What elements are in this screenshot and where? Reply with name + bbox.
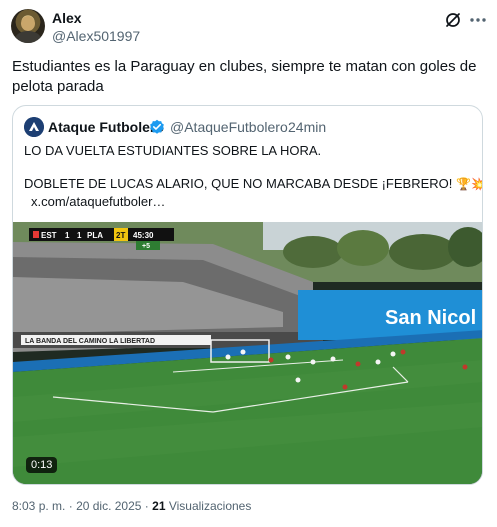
author-avatar[interactable] bbox=[11, 9, 45, 43]
avatar-face bbox=[21, 16, 35, 31]
meta-separator: · bbox=[144, 499, 149, 513]
score-away-goals: 1 bbox=[77, 231, 82, 240]
more-icon[interactable] bbox=[468, 11, 488, 29]
quoted-author-handle[interactable]: @AtaqueFutbolero bbox=[170, 119, 288, 135]
grok-icon[interactable] bbox=[444, 11, 462, 29]
tweet-meta: 8:03 p. m. · 20 dic. 2025 · 21 Visualiza… bbox=[12, 499, 251, 513]
video-player[interactable]: LA BANDA DEL CAMINO LA LIBERTAD San Nico… bbox=[13, 222, 482, 484]
video-frame: LA BANDA DEL CAMINO LA LIBERTAD San Nico… bbox=[13, 222, 482, 484]
stand-banner: LA BANDA DEL CAMINO LA LIBERTAD bbox=[25, 338, 155, 345]
score-period: 2T bbox=[116, 231, 125, 240]
views-label: Visualizaciones bbox=[168, 499, 252, 513]
score-clock: 45:30 bbox=[133, 231, 154, 240]
quoted-link[interactable]: x.com/ataquefutboler… bbox=[31, 194, 165, 209]
tweet-date[interactable]: 20 dic. 2025 bbox=[76, 499, 141, 513]
dot-separator: · bbox=[279, 119, 284, 135]
quoted-author-avatar[interactable] bbox=[24, 117, 44, 137]
ad-board: San Nicol bbox=[385, 307, 476, 329]
quoted-timestamp[interactable]: 24min bbox=[288, 119, 326, 135]
quoted-author-name[interactable]: Ataque Futbolero bbox=[48, 119, 164, 135]
trophy-explosion-emojis: 🏆💥 bbox=[456, 177, 483, 191]
quoted-text-line1: LO DA VUELTA ESTUDIANTES SOBRE LA HORA. bbox=[24, 143, 322, 158]
score-home-goals: 1 bbox=[65, 231, 70, 240]
author-name[interactable]: Alex bbox=[52, 10, 82, 26]
verified-badge-icon bbox=[150, 119, 164, 134]
quoted-text-line2: DOBLETE DE LUCAS ALARIO, QUE NO MARCABA … bbox=[24, 176, 483, 191]
author-handle[interactable]: @Alex501997 bbox=[52, 28, 140, 44]
tweet-text: Estudiantes es la Paraguay en clubes, si… bbox=[12, 58, 477, 95]
ataque-logo-icon bbox=[24, 117, 44, 137]
video-duration: 0:13 bbox=[26, 457, 58, 473]
meta-separator: · bbox=[68, 499, 73, 513]
quoted-text-line2-text: DOBLETE DE LUCAS ALARIO, QUE NO MARCABA … bbox=[24, 176, 453, 191]
score-added-time: +5 bbox=[142, 243, 150, 250]
score-away: PLA bbox=[87, 231, 103, 240]
tweet-time[interactable]: 8:03 p. m. bbox=[12, 499, 65, 513]
score-home: EST bbox=[41, 231, 57, 240]
quoted-tweet-card[interactable]: Ataque Futbolero @AtaqueFutbolero · 24mi… bbox=[12, 105, 483, 485]
views-count: 21 bbox=[152, 499, 166, 513]
avatar-body bbox=[15, 31, 41, 43]
